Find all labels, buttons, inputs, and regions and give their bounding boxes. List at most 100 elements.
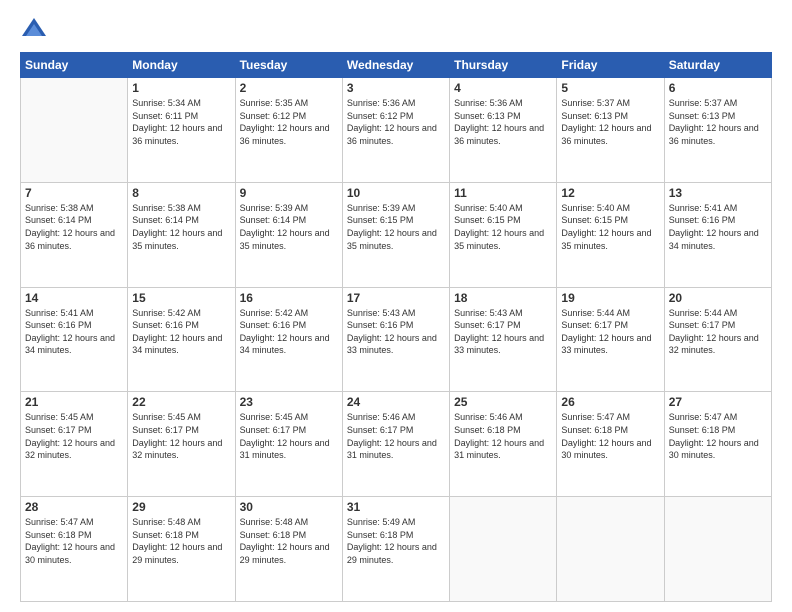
day-info: Sunrise: 5:45 AM Sunset: 6:17 PM Dayligh… [240, 411, 338, 461]
col-header-tuesday: Tuesday [235, 53, 342, 78]
day-number: 12 [561, 186, 659, 200]
day-info: Sunrise: 5:39 AM Sunset: 6:14 PM Dayligh… [240, 202, 338, 252]
day-cell: 19Sunrise: 5:44 AM Sunset: 6:17 PM Dayli… [557, 287, 664, 392]
day-cell: 3 Sunrise: 5:36 AM Sunset: 6:12 PM Daylig… [342, 78, 449, 183]
day-cell [21, 78, 128, 183]
day-info: Sunrise: 5:42 AM Sunset: 6:16 PM Dayligh… [240, 307, 338, 357]
day-cell: 29 Sunrise: 5:48 AM Sunset: 6:18 PM Dayli… [128, 497, 235, 602]
week-row-1: 1Sunrise: 5:34 AM Sunset: 6:11 PM Daylig… [21, 78, 772, 183]
calendar-header-row: SundayMondayTuesdayWednesdayThursdayFrid… [21, 53, 772, 78]
day-cell: 31Sunrise: 5:49 AM Sunset: 6:18 PM Dayli… [342, 497, 449, 602]
day-cell: 16Sunrise: 5:42 AM Sunset: 6:16 PM Dayli… [235, 287, 342, 392]
day-number: 17 [347, 291, 445, 305]
day-info: Sunrise: 5:45 AM Sunset: 6:17 PM Dayligh… [25, 411, 123, 461]
day-number: 28 [25, 500, 123, 514]
day-info: Sunrise: 5:42 AM Sunset: 6:16 PM Dayligh… [132, 307, 230, 357]
calendar-body: 1Sunrise: 5:34 AM Sunset: 6:11 PM Daylig… [21, 78, 772, 602]
week-row-4: 21 Sunrise: 5:45 AM Sunset: 6:17 PM Dayli… [21, 392, 772, 497]
day-number: 24 [347, 395, 445, 409]
day-cell: 5 Sunrise: 5:37 AM Sunset: 6:13 PM Daylig… [557, 78, 664, 183]
day-number: 18 [454, 291, 552, 305]
col-header-friday: Friday [557, 53, 664, 78]
day-number: 2 [240, 81, 338, 95]
header [20, 16, 772, 44]
day-info: Sunrise: 5:46 AM Sunset: 6:18 PM Dayligh… [454, 411, 552, 461]
day-cell: 21 Sunrise: 5:45 AM Sunset: 6:17 PM Dayli… [21, 392, 128, 497]
col-header-monday: Monday [128, 53, 235, 78]
day-cell: 30 Sunrise: 5:48 AM Sunset: 6:18 PM Dayli… [235, 497, 342, 602]
day-cell [450, 497, 557, 602]
week-row-5: 28 Sunrise: 5:47 AM Sunset: 6:18 PM Dayli… [21, 497, 772, 602]
day-number: 21 [25, 395, 123, 409]
day-cell: 14 Sunrise: 5:41 AM Sunset: 6:16 PM Dayli… [21, 287, 128, 392]
day-info: Sunrise: 5:35 AM Sunset: 6:12 PM Dayligh… [240, 97, 338, 147]
day-cell: 18 Sunrise: 5:43 AM Sunset: 6:17 PM Dayli… [450, 287, 557, 392]
day-info: Sunrise: 5:49 AM Sunset: 6:18 PM Dayligh… [347, 516, 445, 566]
day-number: 22 [132, 395, 230, 409]
day-info: Sunrise: 5:47 AM Sunset: 6:18 PM Dayligh… [561, 411, 659, 461]
col-header-thursday: Thursday [450, 53, 557, 78]
day-number: 4 [454, 81, 552, 95]
day-number: 9 [240, 186, 338, 200]
day-cell: 7 Sunrise: 5:38 AM Sunset: 6:14 PM Daylig… [21, 182, 128, 287]
day-number: 29 [132, 500, 230, 514]
day-info: Sunrise: 5:43 AM Sunset: 6:16 PM Dayligh… [347, 307, 445, 357]
day-info: Sunrise: 5:45 AM Sunset: 6:17 PM Dayligh… [132, 411, 230, 461]
day-info: Sunrise: 5:38 AM Sunset: 6:14 PM Dayligh… [25, 202, 123, 252]
day-number: 27 [669, 395, 767, 409]
day-info: Sunrise: 5:37 AM Sunset: 6:13 PM Dayligh… [669, 97, 767, 147]
day-info: Sunrise: 5:47 AM Sunset: 6:18 PM Dayligh… [669, 411, 767, 461]
day-info: Sunrise: 5:48 AM Sunset: 6:18 PM Dayligh… [240, 516, 338, 566]
day-cell: 9 Sunrise: 5:39 AM Sunset: 6:14 PM Daylig… [235, 182, 342, 287]
page: SundayMondayTuesdayWednesdayThursdayFrid… [0, 0, 792, 612]
day-cell: 12 Sunrise: 5:40 AM Sunset: 6:15 PM Dayli… [557, 182, 664, 287]
day-info: Sunrise: 5:36 AM Sunset: 6:13 PM Dayligh… [454, 97, 552, 147]
day-info: Sunrise: 5:41 AM Sunset: 6:16 PM Dayligh… [669, 202, 767, 252]
day-cell: 4 Sunrise: 5:36 AM Sunset: 6:13 PM Daylig… [450, 78, 557, 183]
logo [20, 16, 52, 44]
day-info: Sunrise: 5:37 AM Sunset: 6:13 PM Dayligh… [561, 97, 659, 147]
day-number: 8 [132, 186, 230, 200]
day-cell: 23 Sunrise: 5:45 AM Sunset: 6:17 PM Dayli… [235, 392, 342, 497]
day-cell: 6 Sunrise: 5:37 AM Sunset: 6:13 PM Daylig… [664, 78, 771, 183]
day-number: 20 [669, 291, 767, 305]
week-row-3: 14 Sunrise: 5:41 AM Sunset: 6:16 PM Dayli… [21, 287, 772, 392]
day-cell: 25Sunrise: 5:46 AM Sunset: 6:18 PM Dayli… [450, 392, 557, 497]
day-cell [557, 497, 664, 602]
day-info: Sunrise: 5:47 AM Sunset: 6:18 PM Dayligh… [25, 516, 123, 566]
day-cell: 10Sunrise: 5:39 AM Sunset: 6:15 PM Dayli… [342, 182, 449, 287]
day-info: Sunrise: 5:46 AM Sunset: 6:17 PM Dayligh… [347, 411, 445, 461]
week-row-2: 7 Sunrise: 5:38 AM Sunset: 6:14 PM Daylig… [21, 182, 772, 287]
col-header-saturday: Saturday [664, 53, 771, 78]
logo-icon [20, 16, 48, 44]
day-info: Sunrise: 5:44 AM Sunset: 6:17 PM Dayligh… [669, 307, 767, 357]
day-number: 30 [240, 500, 338, 514]
day-cell: 8Sunrise: 5:38 AM Sunset: 6:14 PM Daylig… [128, 182, 235, 287]
day-number: 15 [132, 291, 230, 305]
col-header-sunday: Sunday [21, 53, 128, 78]
day-cell: 26 Sunrise: 5:47 AM Sunset: 6:18 PM Dayli… [557, 392, 664, 497]
day-number: 13 [669, 186, 767, 200]
day-info: Sunrise: 5:44 AM Sunset: 6:17 PM Dayligh… [561, 307, 659, 357]
day-number: 5 [561, 81, 659, 95]
day-cell: 28 Sunrise: 5:47 AM Sunset: 6:18 PM Dayli… [21, 497, 128, 602]
day-cell: 2 Sunrise: 5:35 AM Sunset: 6:12 PM Daylig… [235, 78, 342, 183]
day-info: Sunrise: 5:40 AM Sunset: 6:15 PM Dayligh… [561, 202, 659, 252]
day-info: Sunrise: 5:43 AM Sunset: 6:17 PM Dayligh… [454, 307, 552, 357]
day-cell: 13 Sunrise: 5:41 AM Sunset: 6:16 PM Dayli… [664, 182, 771, 287]
day-number: 7 [25, 186, 123, 200]
day-number: 23 [240, 395, 338, 409]
day-info: Sunrise: 5:40 AM Sunset: 6:15 PM Dayligh… [454, 202, 552, 252]
day-info: Sunrise: 5:48 AM Sunset: 6:18 PM Dayligh… [132, 516, 230, 566]
day-info: Sunrise: 5:41 AM Sunset: 6:16 PM Dayligh… [25, 307, 123, 357]
day-info: Sunrise: 5:36 AM Sunset: 6:12 PM Dayligh… [347, 97, 445, 147]
day-number: 6 [669, 81, 767, 95]
day-number: 14 [25, 291, 123, 305]
col-header-wednesday: Wednesday [342, 53, 449, 78]
day-cell: 1Sunrise: 5:34 AM Sunset: 6:11 PM Daylig… [128, 78, 235, 183]
day-number: 1 [132, 81, 230, 95]
day-info: Sunrise: 5:39 AM Sunset: 6:15 PM Dayligh… [347, 202, 445, 252]
day-number: 3 [347, 81, 445, 95]
day-number: 26 [561, 395, 659, 409]
calendar-table: SundayMondayTuesdayWednesdayThursdayFrid… [20, 52, 772, 602]
